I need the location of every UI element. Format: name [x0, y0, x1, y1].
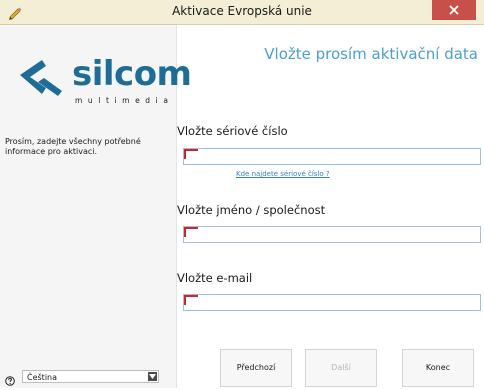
serial-help-link[interactable]: Kde najdete sériové číslo ?: [236, 170, 330, 178]
close-button[interactable]: [432, 0, 476, 20]
language-selector: Čeština: [5, 370, 161, 386]
name-input[interactable]: [184, 227, 480, 242]
logo-wordmark: silcom: [72, 54, 192, 94]
silcom-logo-mark: [20, 60, 62, 96]
email-label: Vložte e-mail: [177, 271, 253, 285]
close-icon: [449, 5, 459, 15]
help-icon[interactable]: [5, 371, 15, 386]
activation-window: Aktivace Evropská unie silcom multimedia…: [0, 0, 484, 388]
page-heading: Vložte prosím aktivační data: [264, 45, 478, 63]
next-button[interactable]: Další: [305, 349, 377, 387]
email-input[interactable]: [184, 295, 480, 310]
window-title: Aktivace Evropská unie: [172, 4, 312, 18]
title-bar: Aktivace Evropská unie: [0, 0, 484, 25]
email-field[interactable]: [183, 294, 481, 311]
serial-input[interactable]: [184, 149, 480, 164]
previous-button[interactable]: Předchozí: [220, 349, 292, 387]
language-dropdown[interactable]: Čeština: [22, 370, 159, 383]
sidebar-info-text: Prosím, zadejte všechny potřebné informa…: [5, 137, 141, 156]
finish-button[interactable]: Konec: [402, 349, 474, 387]
language-value: Čeština: [27, 373, 58, 382]
logo-subtitle: multimedia: [75, 96, 174, 105]
silcom-logo: silcom multimedia: [18, 53, 192, 113]
name-field[interactable]: [183, 226, 481, 243]
serial-field[interactable]: [183, 148, 481, 165]
chevron-down-icon[interactable]: [148, 372, 157, 381]
serial-label: Vložte sériové číslo: [177, 124, 288, 138]
name-label: Vložte jméno / společnost: [177, 203, 326, 217]
